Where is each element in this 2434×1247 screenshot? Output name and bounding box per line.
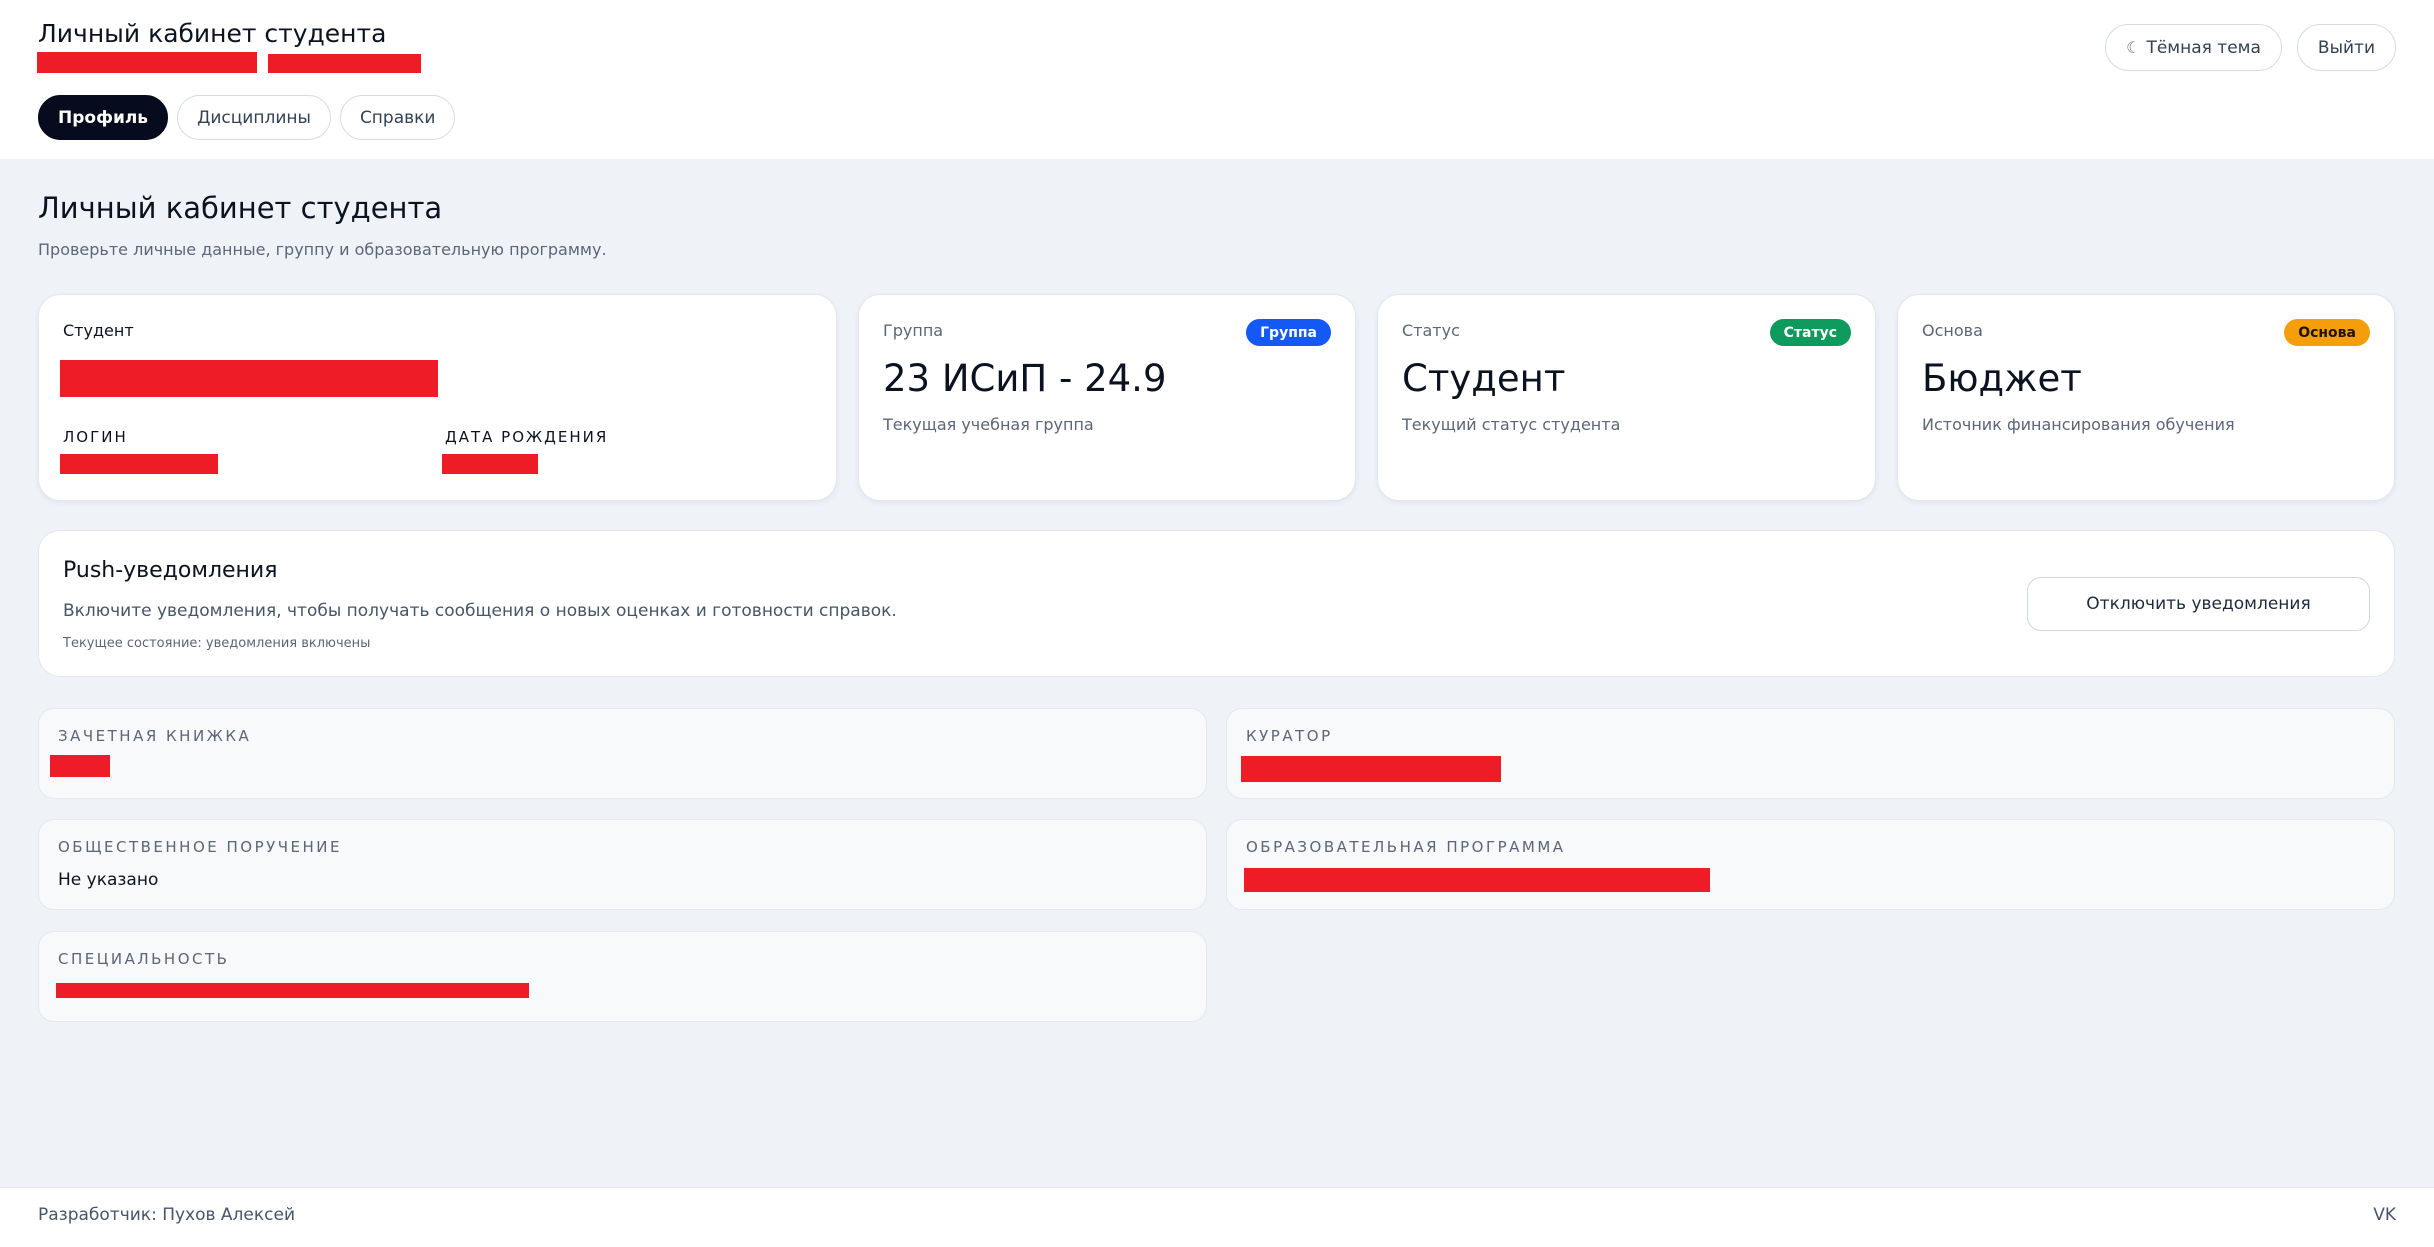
page-title: Личный кабинет студента	[38, 191, 443, 225]
login-value-redacted	[60, 454, 218, 474]
page-subtitle: Проверьте личные данные, группу и образо…	[38, 240, 607, 259]
disable-notifications-button[interactable]: Отключить уведомления	[2027, 577, 2370, 631]
status-caption: Текущий статус студента	[1402, 415, 1621, 434]
student-label: Студент	[63, 321, 134, 340]
curator-tile: КУРАТОР	[1226, 708, 2395, 799]
status-badge: Статус	[1769, 319, 1851, 346]
vk-link[interactable]: VK	[2373, 1205, 2396, 1225]
specialty-redacted	[56, 983, 529, 998]
app-title: Личный кабинет студента	[38, 19, 387, 48]
footer: Разработчик: Пухов Алексей VK	[0, 1187, 2434, 1247]
program-tile: ОБРАЗОВАТЕЛЬНАЯ ПРОГРАММА	[1226, 819, 2395, 910]
header-actions: ☾ Тёмная тема Выйти	[2105, 24, 2396, 71]
theme-toggle-button[interactable]: ☾ Тёмная тема	[2105, 24, 2282, 71]
public-duty-value: Не указано	[58, 870, 159, 890]
top-header: Личный кабинет студента Профиль Дисципли…	[0, 0, 2434, 159]
group-value: 23 ИСиП - 24.9	[883, 357, 1167, 400]
login-label: ЛОГИН	[63, 428, 128, 446]
push-notifications-panel: Push-уведомления Включите уведомления, ч…	[38, 530, 2395, 677]
group-card: Группа Группа 23 ИСиП - 24.9 Текущая уче…	[858, 294, 1356, 501]
program-label: ОБРАЗОВАТЕЛЬНАЯ ПРОГРАММА	[1246, 838, 1566, 856]
birth-date-redacted	[442, 454, 538, 474]
group-caption: Текущая учебная группа	[883, 415, 1094, 434]
tab-certificates[interactable]: Справки	[339, 95, 456, 140]
logout-button[interactable]: Выйти	[2296, 24, 2396, 71]
basis-value: Бюджет	[1922, 357, 2082, 400]
student-card: Студент ЛОГИН ДАТА РОЖДЕНИЯ	[38, 294, 837, 501]
push-state: Текущее состояние: уведомления включены	[63, 636, 371, 651]
program-redacted	[1244, 868, 1710, 892]
public-duty-label: ОБЩЕСТВЕННОЕ ПОРУЧЕНИЕ	[58, 838, 343, 856]
basis-card: Основа Основа Бюджет Источник финансиров…	[1897, 294, 2395, 501]
status-value: Студент	[1402, 357, 1566, 400]
tab-disciplines[interactable]: Дисциплины	[177, 95, 331, 140]
moon-icon: ☾	[2126, 38, 2141, 57]
basis-caption: Источник финансирования обучения	[1922, 415, 2235, 434]
curator-redacted	[1241, 756, 1501, 782]
basis-badge: Основа	[2284, 319, 2370, 346]
record-book-redacted	[50, 755, 110, 777]
public-duty-tile: ОБЩЕСТВЕННОЕ ПОРУЧЕНИЕ Не указано	[38, 819, 1207, 910]
push-description: Включите уведомления, чтобы получать соо…	[63, 601, 897, 621]
user-id-redacted	[268, 54, 421, 73]
birth-date-label: ДАТА РОЖДЕНИЯ	[445, 428, 609, 446]
curator-label: КУРАТОР	[1246, 727, 1333, 745]
record-book-label: ЗАЧЕТНАЯ КНИЖКА	[58, 727, 252, 745]
student-name-redacted	[60, 360, 438, 397]
status-card: Статус Статус Студент Текущий статус сту…	[1377, 294, 1876, 501]
developer-credit: Разработчик: Пухов Алексей	[38, 1205, 296, 1225]
group-label: Группа	[883, 321, 944, 340]
specialty-label: СПЕЦИАЛЬНОСТЬ	[58, 950, 230, 968]
push-title: Push-уведомления	[63, 558, 278, 583]
specialty-tile: СПЕЦИАЛЬНОСТЬ	[38, 931, 1207, 1022]
basis-label: Основа	[1922, 321, 1983, 340]
theme-toggle-label: Тёмная тема	[2146, 37, 2261, 58]
main-nav: Профиль Дисциплины Справки	[38, 95, 456, 140]
tab-profile[interactable]: Профиль	[38, 95, 169, 140]
status-label: Статус	[1402, 321, 1460, 340]
record-book-tile: ЗАЧЕТНАЯ КНИЖКА	[38, 708, 1207, 799]
user-name-redacted	[37, 52, 257, 73]
group-badge: Группа	[1246, 319, 1331, 346]
